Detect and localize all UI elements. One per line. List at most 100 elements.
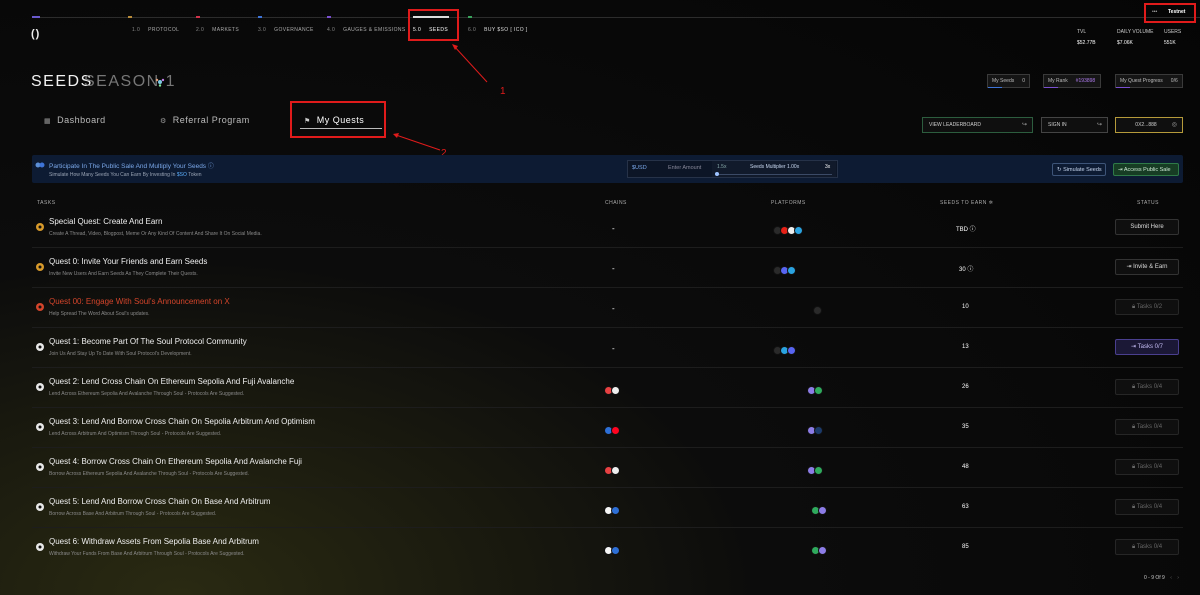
info-icon[interactable]: ⓘ (208, 164, 214, 170)
amount-input[interactable]: Enter Amount (668, 165, 701, 171)
chain-icons (604, 502, 626, 516)
nav-num: 3.0 (258, 27, 267, 33)
access-public-sale-button[interactable]: ⇥ Access Public Sale (1113, 163, 1179, 176)
invite-earn-button[interactable]: ⇥ Invite & Earn (1115, 259, 1179, 275)
pill-bar (988, 87, 1002, 88)
button-label: Tasks 0/2 (1136, 304, 1163, 310)
nav-gauges[interactable]: 4.0 GAUGES & EMISSIONS (327, 27, 406, 33)
quest-title: Quest 5: Lend And Borrow Cross Chain On … (49, 497, 271, 506)
simulate-seeds-button[interactable]: ↻ Simulate Seeds (1052, 163, 1106, 176)
tasks-button[interactable]: 🔒︎ Tasks 0/4 (1115, 539, 1179, 555)
stat-label: DAILY VOLUME (1117, 29, 1154, 35)
slider-handle[interactable] (715, 172, 719, 176)
quest-description: Lend Across Arbitrum And Optimism Throug… (49, 431, 222, 437)
pill-label: My Quest Progress (1120, 78, 1163, 84)
quest-icon (36, 343, 44, 351)
table-row: Quest 2: Lend Cross Chain On Ethereum Se… (32, 368, 1183, 408)
slider-track (716, 174, 832, 175)
quest-title: Quest 00: Engage With Soul's Announcemen… (49, 297, 230, 306)
info-icon[interactable]: ⓘ (967, 267, 973, 273)
lock-icon: 🔒︎ (1131, 464, 1136, 470)
pagination: 0 - 9 Of 9 ‹ › (1144, 575, 1179, 581)
tab-dashboard[interactable]: ▦ Dashboard (44, 115, 106, 125)
optimism-icon (611, 426, 620, 436)
platform-icons (807, 462, 823, 476)
quest-description: Join Us And Stay Up To Date With Soul Pr… (49, 351, 192, 357)
nav-protocol[interactable]: 1.0 PROTOCOL (132, 27, 179, 33)
button-label: SIGN IN (1048, 122, 1067, 128)
nav-num: 2.0 (196, 27, 205, 33)
tab-referral[interactable]: ⚙ Referral Program (160, 115, 250, 125)
chain-icons (604, 382, 626, 396)
col-platforms: PLATFORMS (771, 200, 806, 206)
quest-title: Quest 2: Lend Cross Chain On Ethereum Se… (49, 377, 295, 386)
wallet-button[interactable]: 0X2...888 ◎ (1115, 117, 1183, 133)
nav-num: 1.0 (132, 27, 141, 33)
logo[interactable]: () (31, 28, 40, 40)
nav-label: PROTOCOL (148, 27, 180, 33)
tasks-button[interactable]: ⇥ Tasks 0/7 (1115, 339, 1179, 355)
lock-icon: 🔒︎ (1131, 304, 1136, 310)
next-page-icon[interactable]: › (1177, 575, 1179, 581)
multiplier-label: Seeds Multiplier 1.00x (750, 164, 800, 170)
info-icon[interactable]: ⓘ (970, 227, 976, 233)
sprout-icon (35, 162, 45, 168)
seeds-value: 26 (962, 384, 969, 390)
tasks-button[interactable]: 🔒︎ Tasks 0/2 (1115, 299, 1179, 315)
table-row: Special Quest: Create And Earn Create A … (32, 208, 1183, 248)
tasks-button[interactable]: 🔒︎ Tasks 0/4 (1115, 379, 1179, 395)
quest-title: Quest 6: Withdraw Assets From Sepolia Ba… (49, 537, 259, 546)
col-tasks: TASKS (37, 200, 56, 206)
quest-icon (36, 303, 44, 311)
chain-icons (604, 462, 626, 476)
telegram-icon (787, 266, 796, 276)
chain-none: - (612, 344, 615, 353)
pill-bar (1116, 87, 1130, 88)
button-label: Tasks 0/4 (1136, 504, 1163, 510)
nav-governance[interactable]: 3.0 GOVERNANCE (258, 27, 314, 33)
quest-description: Borrow Across Base And Arbitrum Through … (49, 511, 217, 517)
seeds-value: 63 (962, 504, 969, 510)
pill-bar (1044, 87, 1058, 88)
pagination-text: 0 - 9 Of 9 (1144, 575, 1165, 581)
quest-description: Borrow Across Ethereum Sepolia And Avala… (49, 471, 249, 477)
quest-description: Create A Thread, Video, Blogpost, Meme O… (49, 231, 262, 237)
nav-label: BUY $SO [ ICO ] (484, 27, 528, 33)
quest-title: Special Quest: Create And Earn (49, 217, 163, 226)
nav-buy-so[interactable]: 6.0 BUY $SO [ ICO ] (468, 27, 528, 33)
discord-icon (787, 346, 796, 356)
telegram-icon (794, 226, 803, 236)
nav-label: GOVERNANCE (274, 27, 314, 33)
pill-value: 0 (1022, 78, 1026, 84)
arbitrum-icon (611, 506, 620, 516)
pill-value: 0/6 (1170, 78, 1178, 84)
sign-in-button[interactable]: SIGN IN ↪ (1041, 117, 1108, 133)
nav-markets[interactable]: 2.0 MARKETS (196, 27, 239, 33)
annotation-box-seeds (408, 9, 459, 41)
arrow-icon: ↪ (1021, 122, 1027, 128)
tasks-button[interactable]: 🔒︎ Tasks 0/4 (1115, 499, 1179, 515)
view-leaderboard-button[interactable]: VIEW LEADERBOARD ↪ (922, 117, 1033, 133)
wallet-address: 0X2...888 (1135, 122, 1157, 128)
tasks-button[interactable]: 🔒︎ Tasks 0/4 (1115, 419, 1179, 435)
chain-none: - (612, 224, 615, 233)
ethereum-icon (611, 386, 620, 396)
refresh-icon: ↻ (1057, 167, 1062, 173)
stat-label: USERS (1164, 29, 1182, 35)
tasks-button[interactable]: 🔒︎ Tasks 0/4 (1115, 459, 1179, 475)
submit-here-button[interactable]: Submit Here (1115, 219, 1179, 235)
ethereum-icon (611, 466, 620, 476)
enter-icon: ⇥ (1131, 344, 1137, 350)
quest-icon (36, 463, 44, 471)
quest-description: Help Spread The Word About Soul's update… (49, 311, 150, 317)
nav-seg-marker (196, 16, 200, 18)
nav-num: 4.0 (327, 27, 336, 33)
prev-page-icon[interactable]: ‹ (1170, 575, 1172, 581)
nav-label: MARKETS (212, 27, 240, 33)
quest-icon (36, 223, 44, 231)
pill-label: My Rank (1048, 78, 1068, 84)
nav-seg-marker (258, 16, 262, 18)
quest-icon (36, 543, 44, 551)
quest-title: Quest 1: Become Part Of The Soul Protoco… (49, 337, 247, 346)
enter-icon: ⇥ (1118, 167, 1123, 173)
